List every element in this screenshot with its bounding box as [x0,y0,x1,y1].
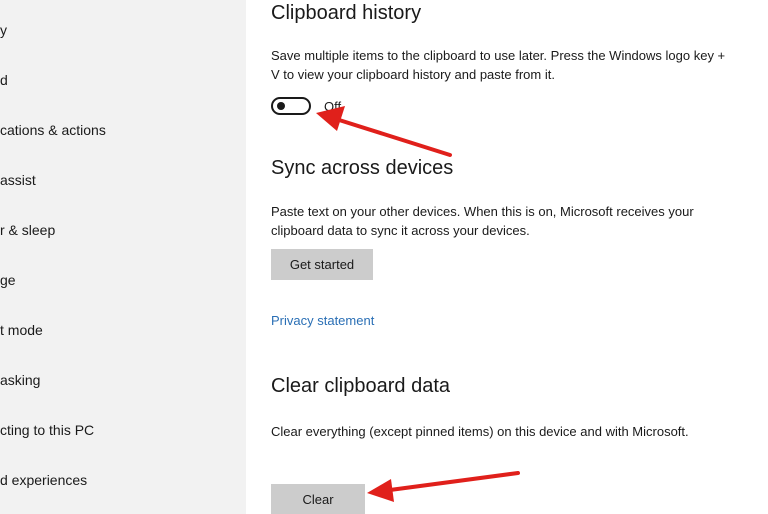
privacy-statement-link[interactable]: Privacy statement [271,312,374,330]
clipboard-settings-panel: Clipboard history Save multiple items to… [246,0,768,514]
clipboard-history-heading: Clipboard history [271,2,422,24]
sidebar-item-label: y [0,22,7,38]
sync-description: Paste text on your other devices. When t… [271,204,694,238]
toggle-state-label: Off [324,98,342,114]
clipboard-history-description: Save multiple items to the clipboard to … [271,48,726,82]
sidebar-item-storage[interactable]: ge [0,268,240,292]
sidebar-item-label: asking [0,372,41,388]
clear-data-description: Clear everything (except pinned items) o… [271,424,689,439]
sidebar-item-label: cting to this PC [0,422,95,438]
sidebar-item-1[interactable]: y [0,18,240,42]
sidebar-item-label: ge [0,272,16,288]
sidebar-nav: y d cations & actions assist r & sleep g… [0,0,246,514]
sidebar-item-multitasking[interactable]: asking [0,368,240,392]
sidebar-item-power-sleep[interactable]: r & sleep [0,218,240,242]
sync-heading: Sync across devices [271,157,454,179]
sidebar-item-projecting[interactable]: cting to this PC [0,418,240,442]
settings-window: y d cations & actions assist r & sleep g… [0,0,768,514]
sidebar-item-label: assist [0,172,36,188]
sidebar-item-shared-experiences[interactable]: d experiences [0,468,240,492]
clear-data-heading: Clear clipboard data [271,375,450,397]
sidebar-item-focus-assist[interactable]: assist [0,168,240,192]
clipboard-history-toggle[interactable]: Off [271,96,341,116]
sidebar-item-label: d [0,72,8,88]
toggle-switch[interactable] [271,97,311,115]
sidebar-item-label: t mode [0,322,43,338]
clear-button[interactable]: Clear [271,484,365,514]
sidebar-item-label: r & sleep [0,222,56,238]
sidebar-item-notifications[interactable]: cations & actions [0,118,240,142]
sidebar-item-label: d experiences [0,472,88,488]
sidebar-item-label: cations & actions [0,122,106,138]
toggle-knob [277,102,285,110]
sidebar-item-tablet-mode[interactable]: t mode [0,318,240,342]
sidebar-item-2[interactable]: d [0,68,240,92]
get-started-button[interactable]: Get started [271,249,373,280]
